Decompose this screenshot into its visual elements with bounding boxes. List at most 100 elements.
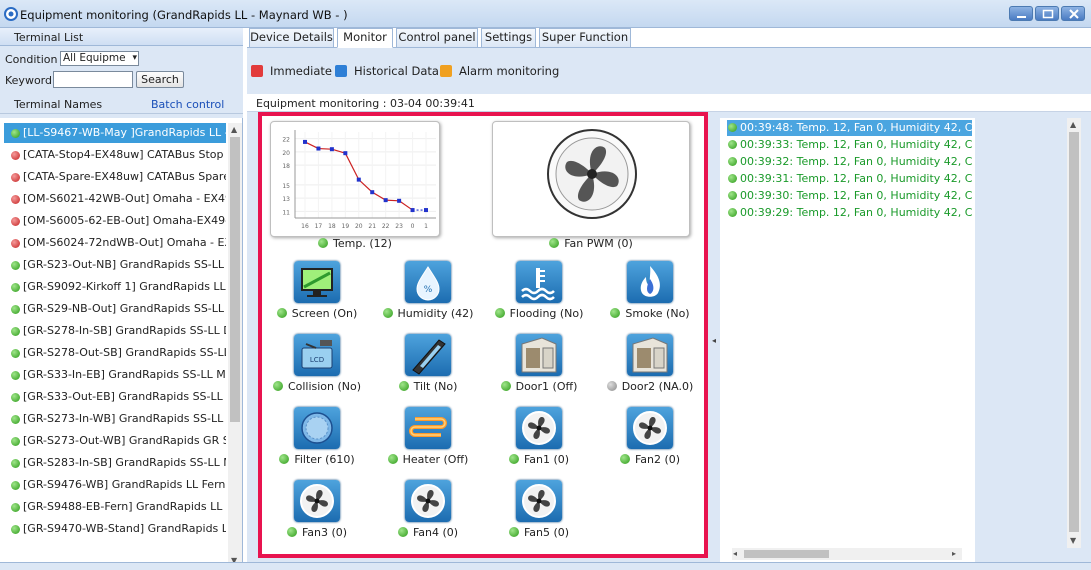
maximize-icon — [1042, 9, 1054, 19]
immediate-button[interactable]: Immediate — [251, 64, 332, 78]
terminal-item[interactable]: [GR-S273-In-WB] GrandRapids SS-LL Mo — [4, 409, 226, 429]
terminal-item[interactable]: [GR-S278-In-SB] GrandRapids SS-LL Dev — [4, 321, 226, 341]
log-separator: : — [789, 155, 797, 168]
device-label: Door2 (NA.0) — [621, 380, 694, 393]
log-text: Temp. 12, Fan 0, Humidity 42, Co — [796, 155, 972, 168]
terminal-name: [GR-S283-In-SB] GrandRapids SS-LL Mo — [23, 456, 226, 469]
close-button[interactable] — [1061, 6, 1085, 21]
terminal-item[interactable]: [CATA-Stop4-EX48uw] CATABus Stop 4 — [4, 145, 226, 165]
terminal-names-header: Terminal Names — [14, 98, 103, 111]
event-log: 00:39:48: Temp. 12, Fan 0, Humidity 42, … — [720, 118, 975, 562]
minimize-button[interactable] — [1009, 6, 1033, 21]
terminal-status-dot — [11, 239, 20, 248]
keyword-label: Keyword — [5, 74, 52, 87]
chart-point — [356, 177, 361, 182]
scroll-down-icon[interactable]: ▼ — [1070, 536, 1076, 545]
log-separator: : — [789, 206, 797, 219]
title-bar: Equipment monitoring (GrandRapids LL - M… — [0, 0, 1091, 28]
terminal-item[interactable]: [GR-S283-In-SB] GrandRapids SS-LL Mo — [4, 453, 226, 473]
device-icon-box: LCD — [294, 334, 340, 376]
terminal-item[interactable]: [GR-S29-NB-Out] GrandRapids SS-LL De — [4, 299, 226, 319]
device-label-row: Screen (On) — [262, 307, 372, 320]
device-label: Door1 (Off) — [515, 380, 578, 393]
panel-splitter[interactable]: ◂ — [710, 112, 720, 562]
log-row[interactable]: 00:39:32: Temp. 12, Fan 0, Humidity 42, … — [727, 154, 972, 170]
device-label: Fan2 (0) — [634, 453, 681, 466]
scroll-up-icon[interactable]: ▲ — [1070, 120, 1076, 129]
chart-xtick-label: 22 — [382, 223, 390, 230]
terminal-item[interactable]: [OM-S6024-72ndWB-Out] Omaha - EX4 — [4, 233, 226, 253]
log-status-dot — [728, 157, 737, 166]
terminal-item[interactable]: [CATA-Spare-EX48uw] CATABus Spare E — [4, 167, 226, 187]
log-row[interactable]: 00:39:30: Temp. 12, Fan 0, Humidity 42, … — [727, 188, 972, 204]
scroll-up-icon[interactable]: ▲ — [231, 125, 237, 134]
chart-line-segment — [318, 147, 332, 150]
terminal-list-scrollbar[interactable]: ▲ ▼ — [228, 123, 242, 570]
collapse-left-icon[interactable]: ◂ — [712, 336, 716, 345]
terminal-item[interactable]: [GR-S278-Out-SB] GrandRapids SS-LL D — [4, 343, 226, 363]
condition-value: All Equipme — [63, 52, 126, 64]
device-icon-box — [516, 407, 562, 449]
alarm-icon — [440, 65, 452, 77]
terminal-item[interactable]: [GR-S9092-Kirkoff 1] GrandRapids LL - K — [4, 277, 226, 297]
tab-monitor[interactable]: Monitor — [337, 28, 393, 48]
terminal-status-dot — [11, 129, 20, 138]
keyword-input[interactable] — [53, 71, 133, 88]
device-label-row: Flooding (No) — [484, 307, 594, 320]
log-row[interactable]: 00:39:31: Temp. 12, Fan 0, Humidity 42, … — [727, 171, 972, 187]
condition-select[interactable]: All Equipme ▾ — [60, 51, 139, 66]
log-scrollbar-thumb[interactable] — [744, 550, 829, 558]
chart-ytick-label: 20 — [282, 150, 290, 157]
log-horizontal-scrollbar[interactable]: ◂ ▸ — [732, 548, 962, 560]
terminal-item[interactable]: [GR-S9476-WB] GrandRapids LL Ferndal — [4, 475, 226, 495]
tab-device-details[interactable]: Device Details — [249, 28, 334, 48]
log-time: 00:39:30 — [740, 189, 790, 202]
scroll-right-icon[interactable]: ▸ — [952, 549, 956, 558]
scroll-left-icon[interactable]: ◂ — [733, 549, 737, 558]
historical-data-button[interactable]: Historical Data — [335, 64, 439, 78]
device-label: Filter (610) — [294, 453, 355, 466]
tab-settings[interactable]: Settings — [481, 28, 536, 48]
batch-control-link[interactable]: Batch control — [151, 98, 224, 111]
chart-point — [383, 198, 388, 203]
terminal-item[interactable]: [OM-S6021-42WB-Out] Omaha - EX49 - — [4, 189, 226, 209]
terminal-item[interactable]: [GR-S33-In-EB] GrandRapids SS-LL Med — [4, 365, 226, 385]
search-button[interactable]: Search — [136, 71, 184, 88]
chart-point — [343, 151, 348, 156]
tab-control-panel[interactable]: Control panel — [396, 28, 478, 48]
terminal-status-dot — [11, 525, 20, 534]
terminal-item[interactable]: [GR-S33-Out-EB] GrandRapids SS-LL Me — [4, 387, 226, 407]
terminal-item[interactable]: [LL-S9467-WB-May ]GrandRapids LL - M — [4, 123, 226, 143]
device-label-row: Humidity (42) — [373, 307, 483, 320]
terminal-item[interactable]: [GR-S273-Out-WB] GrandRapids GR SS- — [4, 431, 226, 451]
scrollbar-thumb[interactable] — [230, 137, 240, 422]
terminal-item[interactable]: [GR-S9470-WB-Stand] GrandRapids Lak — [4, 519, 226, 539]
device-label: Humidity (42) — [397, 307, 474, 320]
device-label: Smoke (No) — [625, 307, 690, 320]
device-label: Screen (On) — [291, 307, 358, 320]
device-label: Heater (Off) — [402, 453, 469, 466]
terminal-list-columns: Terminal Names Batch control — [0, 94, 243, 114]
device-icon-box — [516, 334, 562, 376]
terminal-item[interactable]: [GR-S23-Out-NB] GrandRapids SS-LL M — [4, 255, 226, 275]
terminal-item[interactable]: [OM-S6005-62-EB-Out] Omaha-EX49-62 — [4, 211, 226, 231]
log-row[interactable]: 00:39:33: Temp. 12, Fan 0, Humidity 42, … — [727, 137, 972, 153]
log-vertical-thumb[interactable] — [1069, 132, 1079, 532]
alarm-monitoring-button[interactable]: Alarm monitoring — [440, 64, 559, 78]
log-row[interactable]: 00:39:29: Temp. 12, Fan 0, Humidity 42, … — [727, 205, 972, 221]
device-icon-box — [294, 407, 340, 449]
device-label: Flooding (No) — [509, 307, 584, 320]
terminal-name: [GR-S273-In-WB] GrandRapids SS-LL Mo — [23, 412, 226, 425]
maximize-button[interactable] — [1035, 6, 1059, 21]
log-vertical-scrollbar[interactable]: ▲ ▼ — [1067, 118, 1081, 548]
tab-super-function[interactable]: Super Function — [539, 28, 631, 48]
log-row[interactable]: 00:39:48: Temp. 12, Fan 0, Humidity 42, … — [727, 120, 972, 136]
fan-pwm-card[interactable] — [492, 121, 690, 237]
device-label-row: Fan2 (0) — [595, 453, 705, 466]
chart-ytick-label: 11 — [282, 209, 290, 216]
terminal-item[interactable]: [GR-S9488-EB-Fern] GrandRapids LL - Fe — [4, 497, 226, 517]
temperature-chart-card[interactable]: 22 20 18 15 13 11 16 17 18 19 20 21 22 23 0 1 — [270, 121, 440, 237]
terminal-name: [GR-S23-Out-NB] GrandRapids SS-LL M — [23, 258, 226, 271]
filter-icon — [301, 412, 333, 444]
terminal-name: [GR-S273-Out-WB] GrandRapids GR SS- — [23, 434, 226, 447]
